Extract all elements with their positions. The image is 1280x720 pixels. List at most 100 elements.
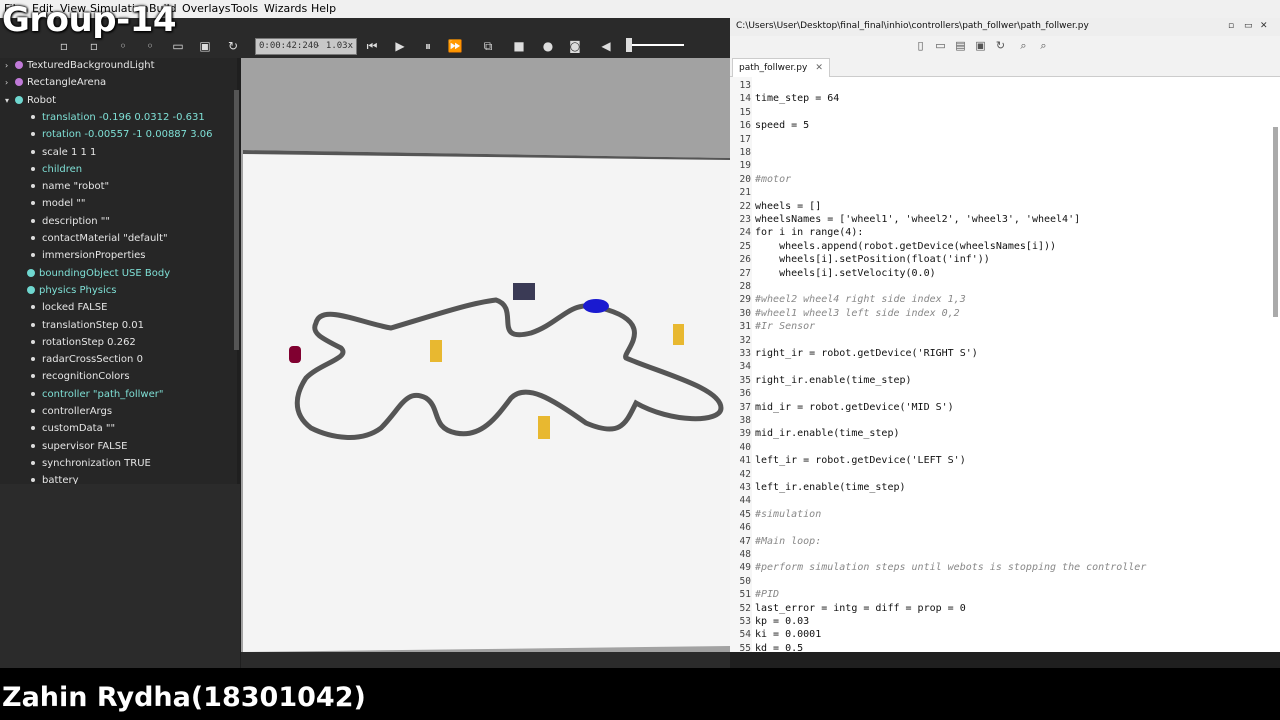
rendering-icon[interactable]: ⧉ [480, 38, 496, 54]
fast-forward-icon[interactable]: ⏩ [447, 38, 463, 54]
tree-item[interactable]: rotationStep 0.262 [31, 335, 136, 351]
tree-item[interactable]: controller "path_follwer" [31, 387, 163, 403]
code-line[interactable]: #Main loop: [755, 535, 821, 548]
save-world-icon[interactable]: ▣ [197, 38, 213, 54]
tree-item[interactable]: locked FALSE [31, 300, 107, 316]
code-line[interactable]: #wheel2 wheel4 right side index 1,3 [755, 293, 966, 306]
3d-view[interactable] [241, 58, 730, 652]
open-file-icon[interactable]: ▭ [934, 39, 947, 52]
tree-item-label: locked FALSE [42, 302, 108, 314]
code-line[interactable]: right_ir = robot.getDevice('RIGHT S') [755, 347, 978, 360]
expand-arrow-icon[interactable]: › [5, 58, 8, 74]
code-line[interactable]: left_ir = robot.getDevice('LEFT S') [755, 454, 966, 467]
line-number: 17 [739, 133, 751, 145]
new-file-icon[interactable]: ▯ [914, 39, 927, 52]
volume-icon[interactable]: ◀ [598, 38, 614, 54]
open-world-icon[interactable]: ▭ [170, 38, 186, 54]
toolbar-icon-3[interactable]: ◦ [115, 38, 131, 54]
editor-close-icon[interactable]: ✕ [1260, 18, 1268, 34]
code-scrollbar[interactable] [1273, 127, 1278, 317]
tree-item[interactable]: radarCrossSection 0 [31, 352, 143, 368]
tree-item[interactable]: synchronization TRUE [31, 456, 151, 472]
code-line[interactable]: speed = 5 [755, 119, 809, 132]
code-line[interactable]: wheels.append(robot.getDevice(wheelsName… [755, 240, 1056, 253]
toolbar-icon-1[interactable]: ▫ [56, 38, 72, 54]
revert-file-icon[interactable]: ↻ [994, 39, 1007, 52]
code-line[interactable]: right_ir.enable(time_step) [755, 374, 912, 387]
expand-arrow-icon[interactable]: › [5, 75, 8, 91]
editor-restore-icon[interactable]: ▭ [1244, 18, 1253, 34]
expand-arrow-icon[interactable]: ▾ [5, 93, 9, 109]
code-line[interactable]: #perform simulation steps until webots i… [755, 561, 1146, 574]
tree-item[interactable]: supervisor FALSE [31, 439, 127, 455]
code-line[interactable]: kd = 0.5 [755, 642, 803, 652]
volume-slider[interactable] [628, 44, 684, 46]
code-line[interactable]: mid_ir = robot.getDevice('MID S') [755, 401, 954, 414]
code-line[interactable]: wheelsNames = ['wheel1', 'wheel2', 'whee… [755, 213, 1080, 226]
tree-item[interactable]: description "" [31, 214, 110, 230]
tree-item[interactable]: › RectangleArena [5, 75, 106, 91]
save-file-icon[interactable]: ▣ [974, 39, 987, 52]
tree-item[interactable]: recognitionColors [31, 369, 130, 385]
code-line[interactable]: mid_ir.enable(time_step) [755, 427, 900, 440]
editor-minimize-icon[interactable]: ▫ [1228, 18, 1234, 34]
tree-item[interactable]: model "" [31, 196, 86, 212]
code-editor[interactable]: 13 14 time_step = 64 15 16 speed = 5 17 18 19 20 #… [730, 77, 1280, 652]
scene-tree-scrollbar[interactable] [234, 90, 239, 350]
tree-item[interactable]: children [31, 162, 82, 178]
code-line[interactable]: #wheel1 wheel3 left side index 0,2 [755, 307, 960, 320]
code-line[interactable]: wheels[i].setPosition(float('inf')) [755, 253, 990, 266]
tree-item[interactable]: battery [31, 473, 79, 484]
save-all-icon[interactable]: ▤ [954, 39, 967, 52]
line-number: 49 [739, 562, 751, 574]
tree-item[interactable]: customData "" [31, 421, 115, 437]
tree-item[interactable]: rotation -0.00557 -1 0.00887 3.06 [31, 127, 212, 143]
code-line[interactable]: #motor [755, 173, 791, 186]
toolbar-icon-4[interactable]: ◦ [142, 38, 158, 54]
tab-path-follwer[interactable]: path_follwer.py ✕ [732, 58, 830, 77]
code-line[interactable]: left_ir.enable(time_step) [755, 481, 906, 494]
reset-simulation-icon[interactable]: ⏮ [364, 38, 380, 54]
tree-item[interactable]: translationStep 0.01 [31, 318, 144, 334]
tree-item-label: children [42, 163, 83, 175]
code-line[interactable]: #Ir Sensor [755, 320, 815, 333]
menu-wizards[interactable]: Wizards [264, 2, 307, 15]
tab-close-icon[interactable]: ✕ [815, 63, 823, 73]
code-line[interactable]: wheels[i].setVelocity(0.0) [755, 267, 936, 280]
screenshot-icon[interactable]: ◙ [567, 38, 583, 54]
tree-item[interactable]: immersionProperties [31, 248, 146, 264]
menu-tools[interactable]: Tools [231, 2, 258, 15]
tree-item[interactable]: ▾ Robot [5, 93, 56, 109]
menu-overlays[interactable]: Overlays [182, 2, 231, 15]
tree-item[interactable]: boundingObject USE Body [27, 266, 170, 282]
tree-item[interactable]: name "robot" [31, 179, 109, 195]
tree-item[interactable]: physics Physics [27, 283, 116, 299]
find-icon[interactable]: ⌕ [1017, 39, 1030, 52]
code-line[interactable]: #PID [755, 588, 779, 601]
line-number: 35 [739, 374, 751, 386]
replace-icon[interactable]: ⌕ [1037, 39, 1050, 52]
code-line[interactable]: ki = 0.0001 [755, 628, 821, 641]
code-line[interactable]: time_step = 64 [755, 92, 839, 105]
tree-item[interactable]: translation -0.196 0.0312 -0.631 [31, 110, 205, 126]
code-line[interactable]: last_error = intg = diff = prop = 0 [755, 602, 966, 615]
menu-help[interactable]: Help [311, 2, 336, 15]
line-number: 46 [739, 522, 751, 534]
code-line[interactable]: wheels = [] [755, 200, 821, 213]
tree-item[interactable]: contactMaterial "default" [31, 231, 168, 247]
tree-item[interactable]: scale 1 1 1 [31, 145, 96, 161]
toolbar-icon-2[interactable]: ▫ [86, 38, 102, 54]
field-icon [31, 322, 35, 327]
pause-icon[interactable]: ⏸ [420, 38, 436, 54]
record-movie-icon[interactable]: ■ [511, 38, 527, 54]
code-line[interactable]: kp = 0.03 [755, 615, 809, 628]
step-icon[interactable]: ▶ [392, 38, 408, 54]
code-line[interactable]: for i in range(4): [755, 226, 863, 239]
code-line[interactable]: #simulation [755, 508, 821, 521]
tree-item[interactable]: › TexturedBackgroundLight [5, 58, 155, 74]
reload-world-icon[interactable]: ↻ [225, 38, 241, 54]
tree-item-label: physics Physics [39, 284, 117, 296]
tree-item[interactable]: controllerArgs [31, 404, 112, 420]
record-animation-icon[interactable]: ● [540, 38, 556, 54]
volume-slider-knob[interactable] [626, 38, 632, 52]
